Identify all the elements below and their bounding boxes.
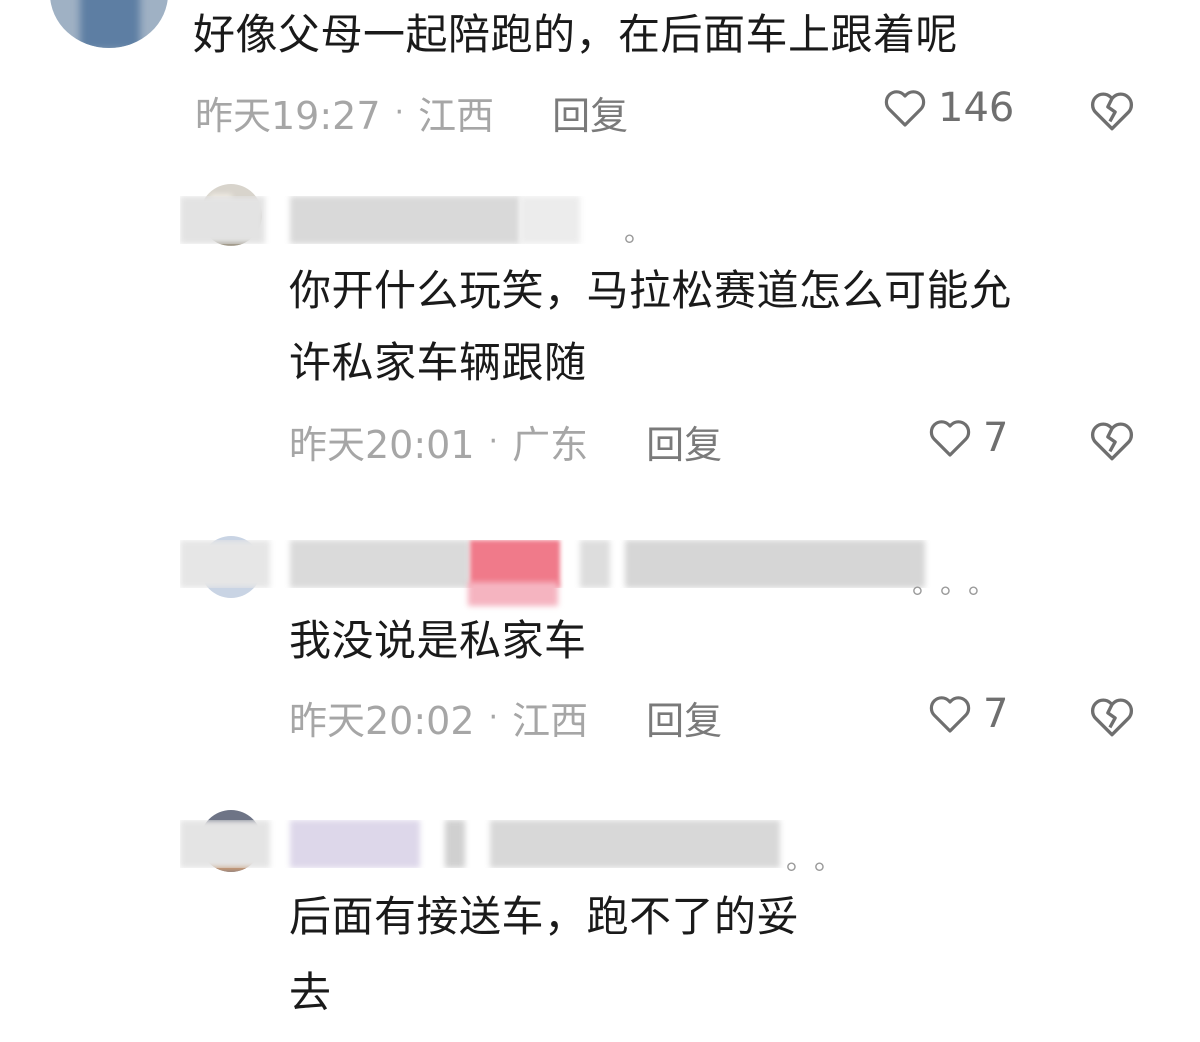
heart-outline-icon: [929, 420, 971, 457]
like-button[interactable]: 146: [880, 84, 1014, 132]
sticker-redacted: [468, 582, 558, 606]
username-redacted[interactable]: [180, 540, 940, 588]
username-redacted[interactable]: [180, 196, 610, 244]
comment-time: 昨天20:01: [289, 422, 475, 467]
comment-time: 昨天20:02: [289, 698, 475, 743]
comment-text: 好像父母一起陪跑的，在后面车上跟着呢: [193, 10, 959, 59]
comment-time: 昨天19:27: [195, 93, 381, 138]
comment-text: 我没说是私家车: [289, 616, 587, 665]
comment-location: 江西: [512, 698, 589, 743]
comment-thread: 好像父母一起陪跑的，在后面车上跟着呢 昨天19:27 · 江西 回复 146 。…: [0, 0, 1200, 1042]
more-ellipsis: 。: [624, 215, 667, 248]
heart-outline-icon: [884, 90, 926, 127]
heart-outline-icon: [929, 696, 971, 733]
like-button[interactable]: 7: [925, 690, 1008, 738]
like-count: 146: [938, 85, 1015, 131]
comment-meta: 昨天19:27 · 江西 回复: [195, 82, 628, 142]
comment-text: 去: [289, 968, 332, 1017]
reply-button[interactable]: 回复: [646, 690, 722, 745]
comment-meta: 昨天20:02 · 江西 回复: [289, 687, 722, 747]
like-count: 7: [983, 415, 1009, 461]
separator-dot: ·: [488, 423, 499, 459]
separator-dot: ·: [488, 699, 499, 735]
like-button[interactable]: 7: [925, 414, 1008, 462]
broken-heart-icon[interactable]: [1086, 86, 1138, 136]
avatar[interactable]: [50, 0, 168, 48]
comment-location: 江西: [418, 93, 495, 138]
broken-heart-icon[interactable]: [1086, 416, 1138, 466]
comment-meta: 昨天20:01 · 广东 回复: [289, 411, 722, 471]
reply-button[interactable]: 回复: [552, 85, 628, 140]
comment-location: 广东: [512, 422, 589, 467]
comment-text: 许私家车辆跟随: [289, 338, 587, 387]
broken-heart-icon[interactable]: [1086, 692, 1138, 742]
like-count: 7: [983, 691, 1009, 737]
comment-text-clip: 后面有接送车，跑不了的妥: [289, 882, 841, 954]
more-ellipsis: 。。: [786, 843, 857, 876]
username-redacted[interactable]: [180, 820, 800, 868]
separator-dot: ·: [394, 94, 405, 130]
more-ellipsis: 。。。: [912, 567, 1011, 600]
comment-text: 你开什么玩笑，马拉松赛道怎么可能允: [289, 266, 1012, 315]
comment-text: 后面有接送车，跑不了的妥: [289, 892, 800, 941]
reply-button[interactable]: 回复: [646, 414, 722, 469]
